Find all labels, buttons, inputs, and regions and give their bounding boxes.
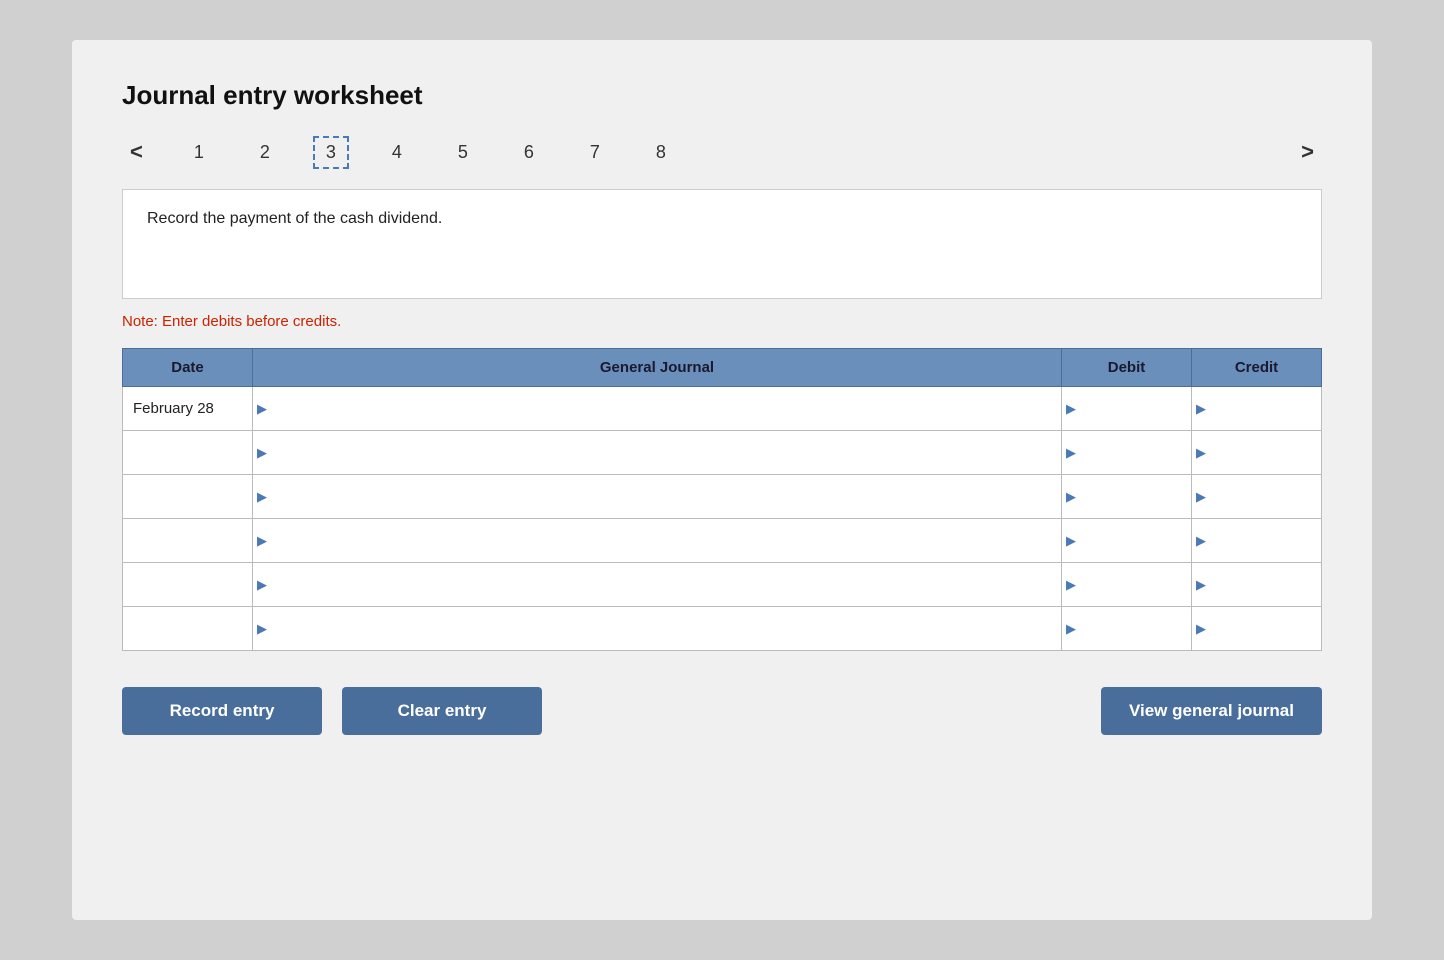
pagination-item-8[interactable]: 8	[643, 138, 679, 167]
header-debit: Debit	[1062, 349, 1192, 387]
debit-input-0[interactable]	[1062, 387, 1191, 430]
table-row: ▶ ▶ ▶	[123, 607, 1322, 651]
credit-cell-4[interactable]: ▶	[1192, 563, 1322, 607]
record-entry-button[interactable]: Record entry	[122, 687, 322, 735]
credit-arrow-icon-4: ▶	[1196, 577, 1206, 593]
credit-cell-0[interactable]: ▶	[1192, 387, 1322, 431]
credit-arrow-icon-0: ▶	[1196, 401, 1206, 417]
journal-arrow-icon-4: ▶	[257, 577, 267, 593]
credit-input-1[interactable]	[1192, 431, 1321, 474]
pagination-item-2[interactable]: 2	[247, 138, 283, 167]
credit-cell-3[interactable]: ▶	[1192, 519, 1322, 563]
credit-input-5[interactable]	[1192, 607, 1321, 650]
view-general-journal-button[interactable]: View general journal	[1101, 687, 1322, 735]
credit-arrow-icon-2: ▶	[1196, 489, 1206, 505]
table-row: ▶ ▶ ▶	[123, 431, 1322, 475]
journal-input-3[interactable]	[253, 519, 1061, 562]
buttons-row: Record entry Clear entry View general jo…	[122, 687, 1322, 735]
journal-arrow-icon-1: ▶	[257, 445, 267, 461]
debit-arrow-icon-0: ▶	[1066, 401, 1076, 417]
debit-cell-0[interactable]: ▶	[1062, 387, 1192, 431]
table-row: ▶ ▶ ▶	[123, 519, 1322, 563]
instruction-box: Record the payment of the cash dividend.	[122, 189, 1322, 299]
journal-cell-1[interactable]: ▶	[253, 431, 1062, 475]
date-cell-5	[123, 607, 253, 651]
page-title: Journal entry worksheet	[122, 80, 1322, 111]
journal-cell-2[interactable]: ▶	[253, 475, 1062, 519]
note-text: Note: Enter debits before credits.	[122, 313, 1322, 330]
date-cell-1	[123, 431, 253, 475]
credit-cell-2[interactable]: ▶	[1192, 475, 1322, 519]
pagination-prev[interactable]: <	[122, 135, 151, 169]
journal-arrow-icon-3: ▶	[257, 533, 267, 549]
table-row: ▶ ▶ ▶	[123, 563, 1322, 607]
debit-input-1[interactable]	[1062, 431, 1191, 474]
debit-cell-1[interactable]: ▶	[1062, 431, 1192, 475]
debit-arrow-icon-2: ▶	[1066, 489, 1076, 505]
credit-input-2[interactable]	[1192, 475, 1321, 518]
debit-arrow-icon-5: ▶	[1066, 621, 1076, 637]
table-row: ▶ ▶ ▶	[123, 475, 1322, 519]
journal-input-5[interactable]	[253, 607, 1061, 650]
instruction-text: Record the payment of the cash dividend.	[147, 210, 442, 227]
table-row: February 28▶▶▶	[123, 387, 1322, 431]
credit-arrow-icon-1: ▶	[1196, 445, 1206, 461]
debit-arrow-icon-3: ▶	[1066, 533, 1076, 549]
journal-arrow-icon-5: ▶	[257, 621, 267, 637]
main-container: Journal entry worksheet < 1 2 3 4 5 6 7 …	[72, 40, 1372, 920]
credit-arrow-icon-5: ▶	[1196, 621, 1206, 637]
journal-cell-4[interactable]: ▶	[253, 563, 1062, 607]
pagination-item-7[interactable]: 7	[577, 138, 613, 167]
debit-input-3[interactable]	[1062, 519, 1191, 562]
credit-input-3[interactable]	[1192, 519, 1321, 562]
credit-input-0[interactable]	[1192, 387, 1321, 430]
header-credit: Credit	[1192, 349, 1322, 387]
debit-cell-5[interactable]: ▶	[1062, 607, 1192, 651]
date-cell-0: February 28	[123, 387, 253, 431]
journal-input-2[interactable]	[253, 475, 1061, 518]
pagination-item-3[interactable]: 3	[313, 136, 349, 169]
credit-cell-1[interactable]: ▶	[1192, 431, 1322, 475]
pagination-item-1[interactable]: 1	[181, 138, 217, 167]
journal-input-1[interactable]	[253, 431, 1061, 474]
credit-arrow-icon-3: ▶	[1196, 533, 1206, 549]
journal-cell-3[interactable]: ▶	[253, 519, 1062, 563]
pagination: < 1 2 3 4 5 6 7 8 >	[122, 135, 1322, 169]
journal-arrow-icon-0: ▶	[257, 401, 267, 417]
clear-entry-button[interactable]: Clear entry	[342, 687, 542, 735]
date-cell-3	[123, 519, 253, 563]
journal-arrow-icon-2: ▶	[257, 489, 267, 505]
debit-input-2[interactable]	[1062, 475, 1191, 518]
debit-arrow-icon-1: ▶	[1066, 445, 1076, 461]
debit-cell-3[interactable]: ▶	[1062, 519, 1192, 563]
debit-cell-4[interactable]: ▶	[1062, 563, 1192, 607]
journal-cell-5[interactable]: ▶	[253, 607, 1062, 651]
pagination-item-4[interactable]: 4	[379, 138, 415, 167]
debit-input-5[interactable]	[1062, 607, 1191, 650]
pagination-next[interactable]: >	[1293, 135, 1322, 169]
journal-input-0[interactable]	[253, 387, 1061, 430]
journal-table: Date General Journal Debit Credit Februa…	[122, 348, 1322, 651]
pagination-item-6[interactable]: 6	[511, 138, 547, 167]
credit-cell-5[interactable]: ▶	[1192, 607, 1322, 651]
credit-input-4[interactable]	[1192, 563, 1321, 606]
date-cell-2	[123, 475, 253, 519]
date-cell-4	[123, 563, 253, 607]
debit-cell-2[interactable]: ▶	[1062, 475, 1192, 519]
header-date: Date	[123, 349, 253, 387]
header-general-journal: General Journal	[253, 349, 1062, 387]
journal-cell-0[interactable]: ▶	[253, 387, 1062, 431]
pagination-item-5[interactable]: 5	[445, 138, 481, 167]
journal-input-4[interactable]	[253, 563, 1061, 606]
debit-arrow-icon-4: ▶	[1066, 577, 1076, 593]
debit-input-4[interactable]	[1062, 563, 1191, 606]
